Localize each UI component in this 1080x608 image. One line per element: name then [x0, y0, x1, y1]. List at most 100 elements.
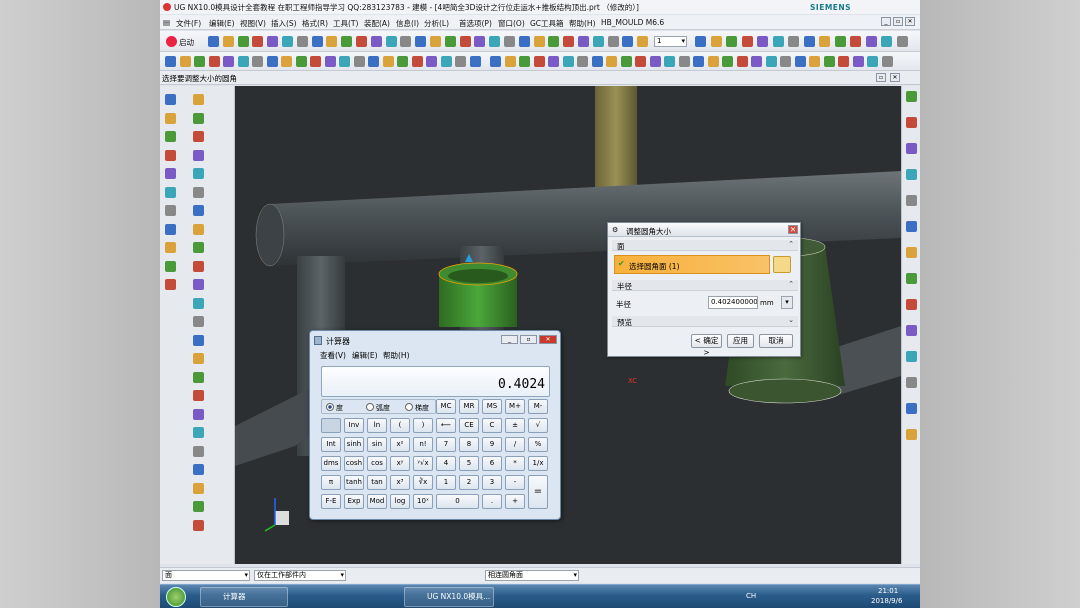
toolbar-tool-icon[interactable] — [490, 56, 501, 67]
toolbar-tool-icon[interactable] — [430, 36, 441, 47]
toolbar-tool-icon[interactable] — [881, 56, 893, 67]
side-tool-icon[interactable] — [193, 149, 204, 161]
side-tool-icon[interactable] — [165, 205, 176, 216]
toolbar-tool-icon[interactable] — [772, 36, 784, 47]
calc-key[interactable]: sinh — [344, 437, 364, 452]
toolbar-tool-icon[interactable] — [504, 36, 515, 47]
calc-key[interactable]: 4 — [436, 456, 456, 471]
layer-select[interactable]: 1 — [654, 36, 687, 47]
toolbar-tool-icon[interactable] — [637, 36, 649, 47]
calc-key[interactable]: 8 — [459, 437, 479, 452]
ok-button[interactable]: < 确定 > — [691, 334, 722, 357]
calc-key[interactable]: tan — [367, 475, 387, 490]
resource-tab-icon[interactable] — [906, 221, 917, 232]
toolbar-tool-icon[interactable] — [356, 36, 367, 47]
toolbar-tool-icon[interactable] — [179, 56, 191, 67]
resource-tab-icon[interactable] — [906, 429, 917, 440]
calc-key[interactable]: n! — [413, 437, 433, 452]
menu-hb-mould[interactable]: HB_MOULD M6.6 — [601, 18, 664, 27]
toolbar-tool-icon[interactable] — [208, 36, 219, 47]
toolbar-tool-icon[interactable] — [533, 56, 545, 67]
toolbar-tool-icon[interactable] — [310, 56, 321, 67]
mode-gradians[interactable]: 梯度 — [405, 403, 429, 413]
side-tool-icon[interactable] — [193, 242, 204, 253]
side-tool-icon[interactable] — [193, 186, 204, 198]
radius-options-button[interactable]: ▾ — [781, 296, 793, 309]
resource-tab-icon[interactable] — [906, 169, 917, 180]
toolbar-tool-icon[interactable] — [459, 36, 471, 47]
resource-tab-icon[interactable] — [906, 403, 917, 414]
toolbar-tool-icon[interactable] — [780, 56, 791, 67]
toolbar-tool-icon[interactable] — [622, 36, 634, 47]
side-tool-icon[interactable] — [193, 223, 204, 235]
apply-button[interactable]: 应用 — [727, 334, 754, 348]
memory-key[interactable]: MS — [482, 399, 502, 414]
section-face[interactable]: 面 ⌃ — [612, 240, 798, 251]
side-tool-icon[interactable] — [193, 464, 204, 475]
start-button[interactable]: 启动 — [179, 37, 194, 48]
calc-key[interactable]: 1 — [436, 475, 456, 490]
toolbar-tool-icon[interactable] — [548, 36, 560, 47]
mode-degrees[interactable]: 度 — [326, 403, 343, 413]
calc-key[interactable]: 2 — [459, 475, 479, 490]
menu-assembly[interactable]: 装配(A) — [364, 18, 390, 29]
side-tool-icon[interactable] — [165, 279, 176, 290]
side-tool-icon[interactable] — [193, 94, 204, 105]
toolbar-tool-icon[interactable] — [803, 36, 815, 47]
memory-key[interactable]: M- — [528, 399, 548, 414]
toolbar-tool-icon[interactable] — [850, 36, 861, 47]
calc-key[interactable]: Inv — [344, 418, 364, 433]
toolbar-tool-icon[interactable] — [881, 36, 892, 47]
cancel-button[interactable]: 取消 — [759, 334, 793, 348]
toolbar-tool-icon[interactable] — [794, 56, 806, 67]
menu-insert[interactable]: 插入(S) — [271, 18, 297, 29]
calc-key[interactable]: x³ — [390, 475, 410, 490]
calc-key[interactable]: 6 — [482, 456, 502, 471]
toolbar-tool-icon[interactable] — [707, 56, 719, 67]
resource-tab-icon[interactable] — [906, 143, 917, 154]
side-tool-icon[interactable] — [193, 205, 204, 216]
restore-button[interactable]: ▫ — [893, 17, 903, 26]
toolbar-tool-icon[interactable] — [710, 36, 722, 47]
side-tool-icon[interactable] — [165, 168, 176, 179]
toolbar-tool-icon[interactable] — [852, 56, 864, 67]
toolbar-tool-icon[interactable] — [165, 56, 176, 67]
panel-close-button[interactable]: ✕ — [890, 73, 900, 82]
calc-key[interactable]: ∛x — [413, 475, 433, 490]
calc-key[interactable]: √ — [528, 418, 548, 433]
calc-key[interactable]: log — [390, 494, 410, 509]
calc-key[interactable]: sin — [367, 437, 387, 452]
toolbar-tool-icon[interactable] — [736, 56, 748, 67]
toolbar-tool-icon[interactable] — [252, 56, 263, 67]
toolbar-tool-icon[interactable] — [578, 36, 589, 47]
calc-minimize-button[interactable]: _ — [501, 335, 518, 344]
side-tool-icon[interactable] — [165, 94, 176, 105]
calc-close-button[interactable]: ✕ — [539, 335, 557, 344]
calc-key[interactable]: ) — [413, 418, 433, 433]
menu-tools[interactable]: 工具(T) — [333, 18, 358, 29]
toolbar-tool-icon[interactable] — [426, 56, 437, 67]
toolbar-tool-icon[interactable] — [282, 36, 293, 47]
calc-key[interactable]: CE — [459, 418, 479, 433]
calc-menu-view[interactable]: 查看(V) — [320, 350, 346, 361]
side-tool-icon[interactable] — [193, 427, 204, 438]
side-tool-icon[interactable] — [193, 279, 204, 290]
toolbar-tool-icon[interactable] — [385, 36, 397, 47]
resource-tab-icon[interactable] — [906, 195, 917, 206]
toolbar-tool-icon[interactable] — [765, 56, 777, 67]
side-tool-icon[interactable] — [193, 408, 204, 420]
resource-tab-icon[interactable] — [906, 247, 917, 258]
panel-restore-button[interactable]: ▫ — [876, 73, 886, 82]
toolbar-tool-icon[interactable] — [834, 36, 846, 47]
memory-key[interactable]: MC — [436, 399, 456, 414]
toolbar-tool-icon[interactable] — [295, 56, 307, 67]
toolbar-tool-icon[interactable] — [411, 56, 423, 67]
toolbar-tool-icon[interactable] — [757, 36, 768, 47]
calc-key[interactable]: cosh — [344, 456, 364, 471]
calc-key[interactable]: Int — [321, 437, 341, 452]
toolbar-tool-icon[interactable] — [592, 36, 604, 47]
side-tool-icon[interactable] — [165, 186, 176, 198]
toolbar-tool-icon[interactable] — [400, 36, 412, 47]
start-icon[interactable] — [166, 36, 177, 47]
side-tool-icon[interactable] — [165, 223, 176, 235]
